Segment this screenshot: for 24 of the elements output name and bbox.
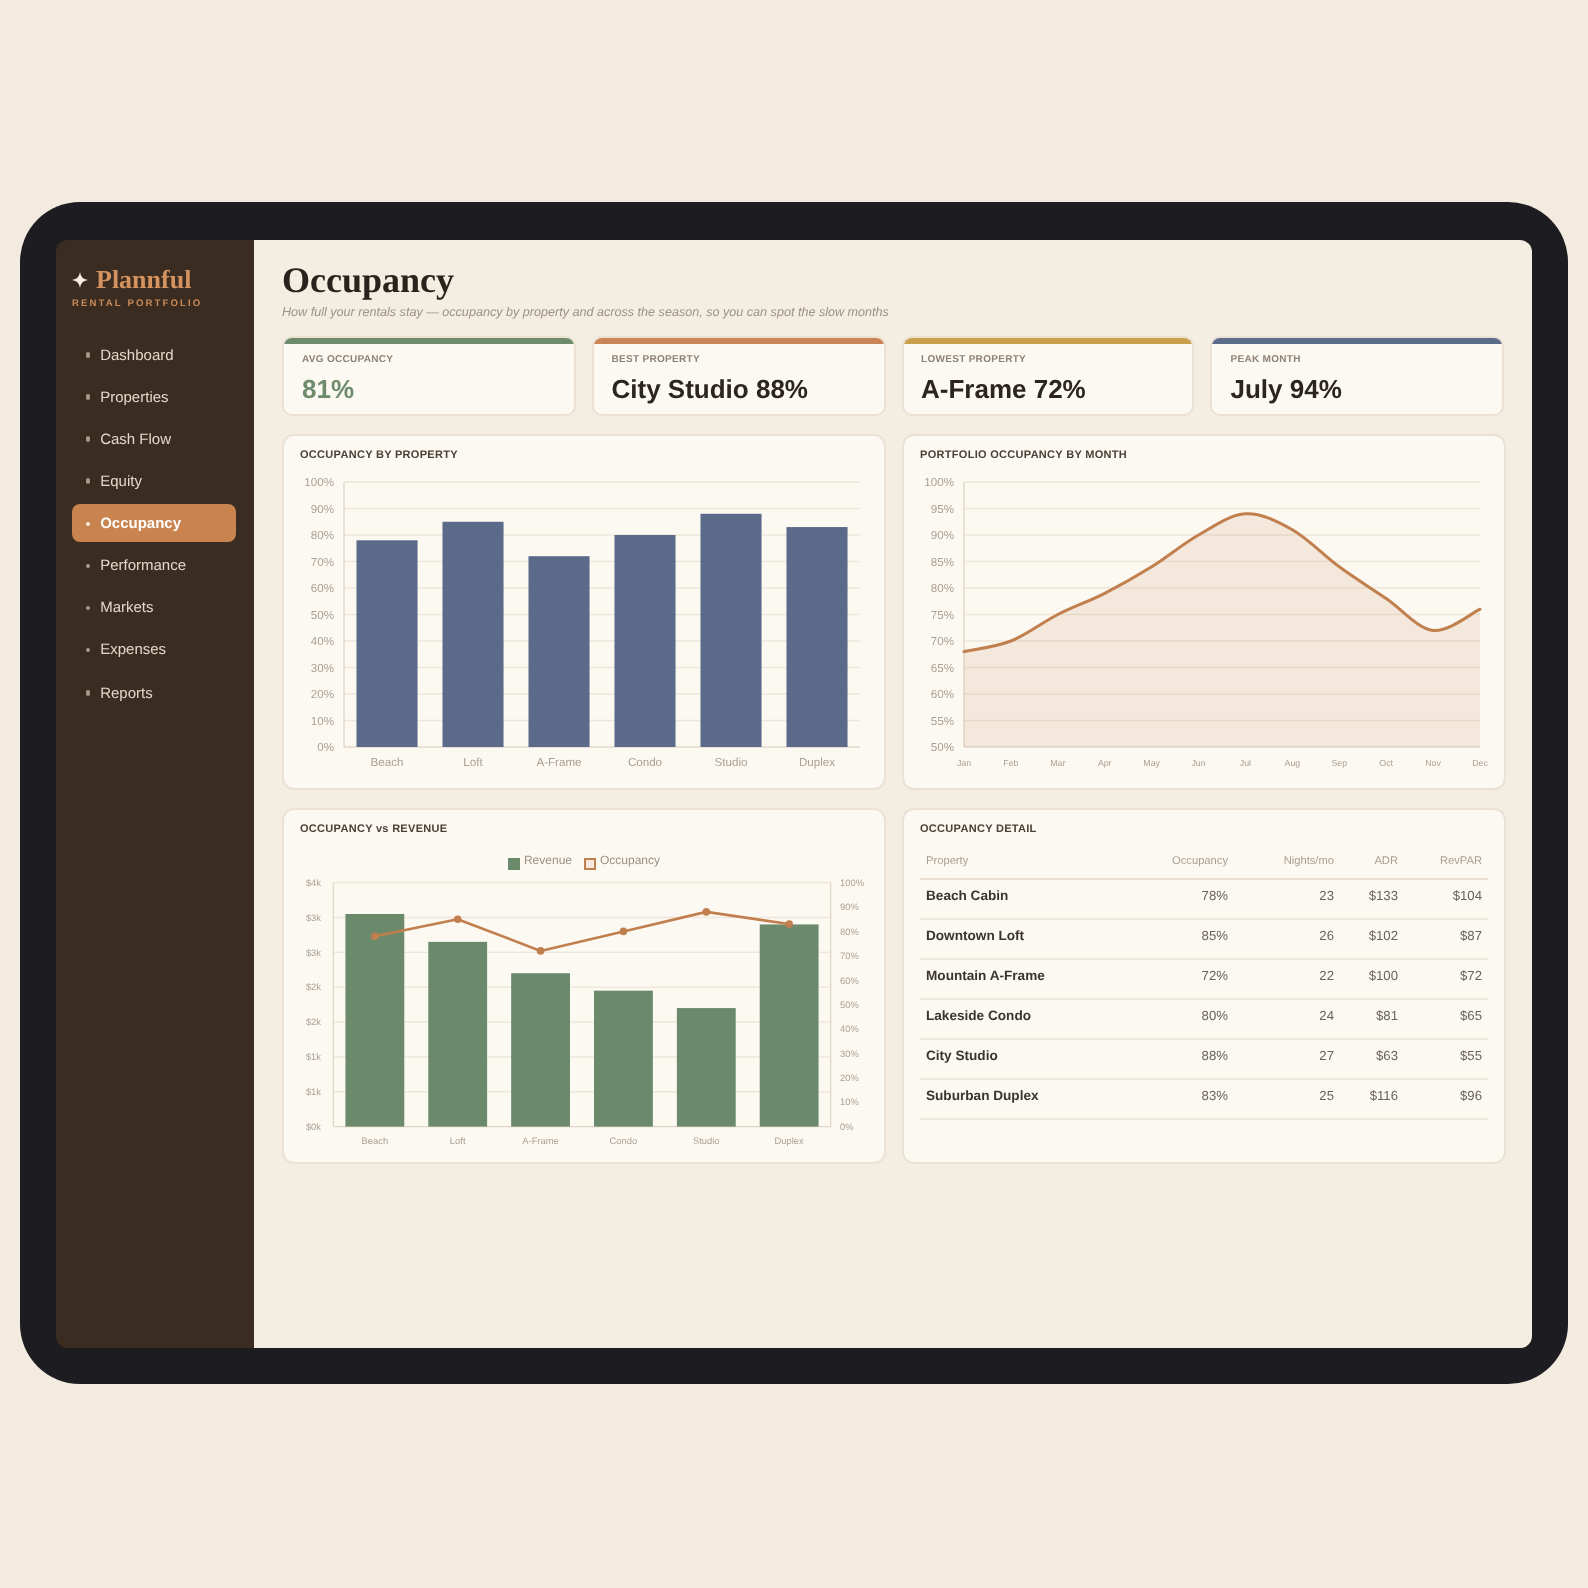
kpi-value: City Studio 88% [611, 374, 810, 406]
data-point [536, 947, 545, 955]
dot-icon [85, 563, 91, 569]
dot-icon [85, 436, 91, 442]
bar [594, 990, 653, 1127]
data-point [371, 932, 379, 941]
bar [676, 1008, 736, 1127]
kpi-value: A-Frame 72% [921, 374, 1088, 406]
dot-icon [85, 521, 91, 527]
dot-icon [85, 605, 91, 611]
dot-icon [85, 394, 91, 400]
kpi-value: July 94% [1230, 374, 1344, 406]
sparkle-icon [72, 272, 88, 288]
data-point [702, 908, 711, 916]
brand-name: Plannful [96, 264, 192, 296]
dot-icon [85, 478, 91, 485]
dot-icon [85, 647, 91, 653]
dot-icon [85, 352, 91, 358]
data-point [453, 915, 462, 923]
kpi-value: 81% [302, 374, 357, 406]
data-point [785, 920, 793, 928]
page-title: Occupancy [282, 258, 457, 302]
dot-icon [85, 689, 91, 696]
data-point [619, 927, 628, 936]
